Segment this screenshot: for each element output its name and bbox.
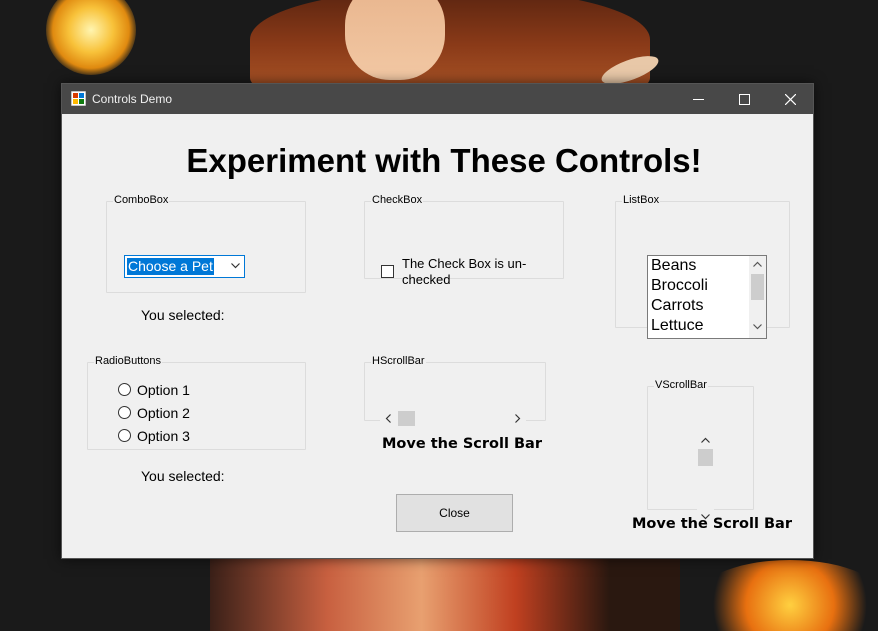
checkbox-group-label: CheckBox: [371, 194, 424, 206]
wallpaper-character-body: [210, 555, 680, 631]
radio-option-3-label[interactable]: Option 3: [137, 428, 190, 444]
title-bar[interactable]: Controls Demo: [62, 84, 813, 114]
combobox-selected-text: Choose a Pet: [127, 258, 214, 275]
close-icon: [784, 93, 796, 105]
pet-combobox[interactable]: Choose a Pet: [124, 255, 245, 278]
radio-result-label: You selected:: [141, 468, 225, 484]
radiobuttons-group-label: RadioButtons: [94, 355, 163, 367]
listbox-scroll-thumb[interactable]: [751, 274, 764, 300]
radio-option-3[interactable]: [118, 429, 131, 442]
radio-option-2-label[interactable]: Option 2: [137, 405, 190, 421]
radio-option-1[interactable]: [118, 383, 131, 396]
vegetable-listbox[interactable]: Beans Broccoli Carrots Lettuce: [647, 255, 767, 339]
vscrollbar-group-label: VScrollBar: [654, 379, 708, 391]
radio-option-2[interactable]: [118, 406, 131, 419]
combobox-group: ComboBox: [106, 194, 306, 293]
page-heading: Experiment with These Controls!: [186, 142, 702, 179]
combobox-result-label: You selected:: [141, 307, 225, 323]
vscrollbar-caption: Move the Scroll Bar: [632, 516, 792, 532]
maximize-icon: [738, 93, 750, 105]
scroll-up-arrow-icon[interactable]: [753, 261, 762, 267]
vertical-scrollbar[interactable]: [697, 432, 714, 526]
window-client-area: Experiment with These Controls! ComboBox…: [62, 114, 813, 558]
horizontal-scroll-thumb[interactable]: [398, 411, 415, 426]
checkbox-label[interactable]: The Check Box is un-checked: [402, 256, 532, 288]
close-window-button[interactable]: [767, 84, 813, 114]
radio-option-1-label[interactable]: Option 1: [137, 382, 190, 398]
scroll-down-arrow-icon[interactable]: [753, 324, 762, 330]
listbox-group-label: ListBox: [622, 194, 661, 206]
hscrollbar-group-label: HScrollBar: [371, 355, 426, 367]
scroll-up-arrow-icon[interactable]: [701, 437, 710, 443]
controls-demo-window: Controls Demo Experiment with These Cont…: [61, 83, 814, 559]
minimize-icon: [692, 98, 704, 100]
checkbox[interactable]: [381, 265, 394, 278]
scroll-right-arrow-icon[interactable]: [515, 414, 521, 423]
wallpaper-light-orb: [46, 0, 136, 75]
wallpaper-fire: [690, 560, 878, 631]
horizontal-scrollbar[interactable]: [380, 410, 526, 427]
combobox-group-label: ComboBox: [113, 194, 170, 206]
maximize-button[interactable]: [721, 84, 767, 114]
scroll-left-arrow-icon[interactable]: [385, 414, 391, 423]
window-title: Controls Demo: [92, 92, 173, 106]
app-icon: [71, 91, 86, 106]
wallpaper-character-face: [345, 0, 445, 80]
vertical-scroll-thumb[interactable]: [698, 449, 713, 466]
listbox-scrollbar[interactable]: [749, 256, 766, 338]
hscrollbar-caption: Move the Scroll Bar: [382, 436, 542, 452]
minimize-button[interactable]: [675, 84, 721, 114]
close-button[interactable]: Close: [396, 494, 513, 532]
chevron-down-icon: [231, 263, 240, 269]
